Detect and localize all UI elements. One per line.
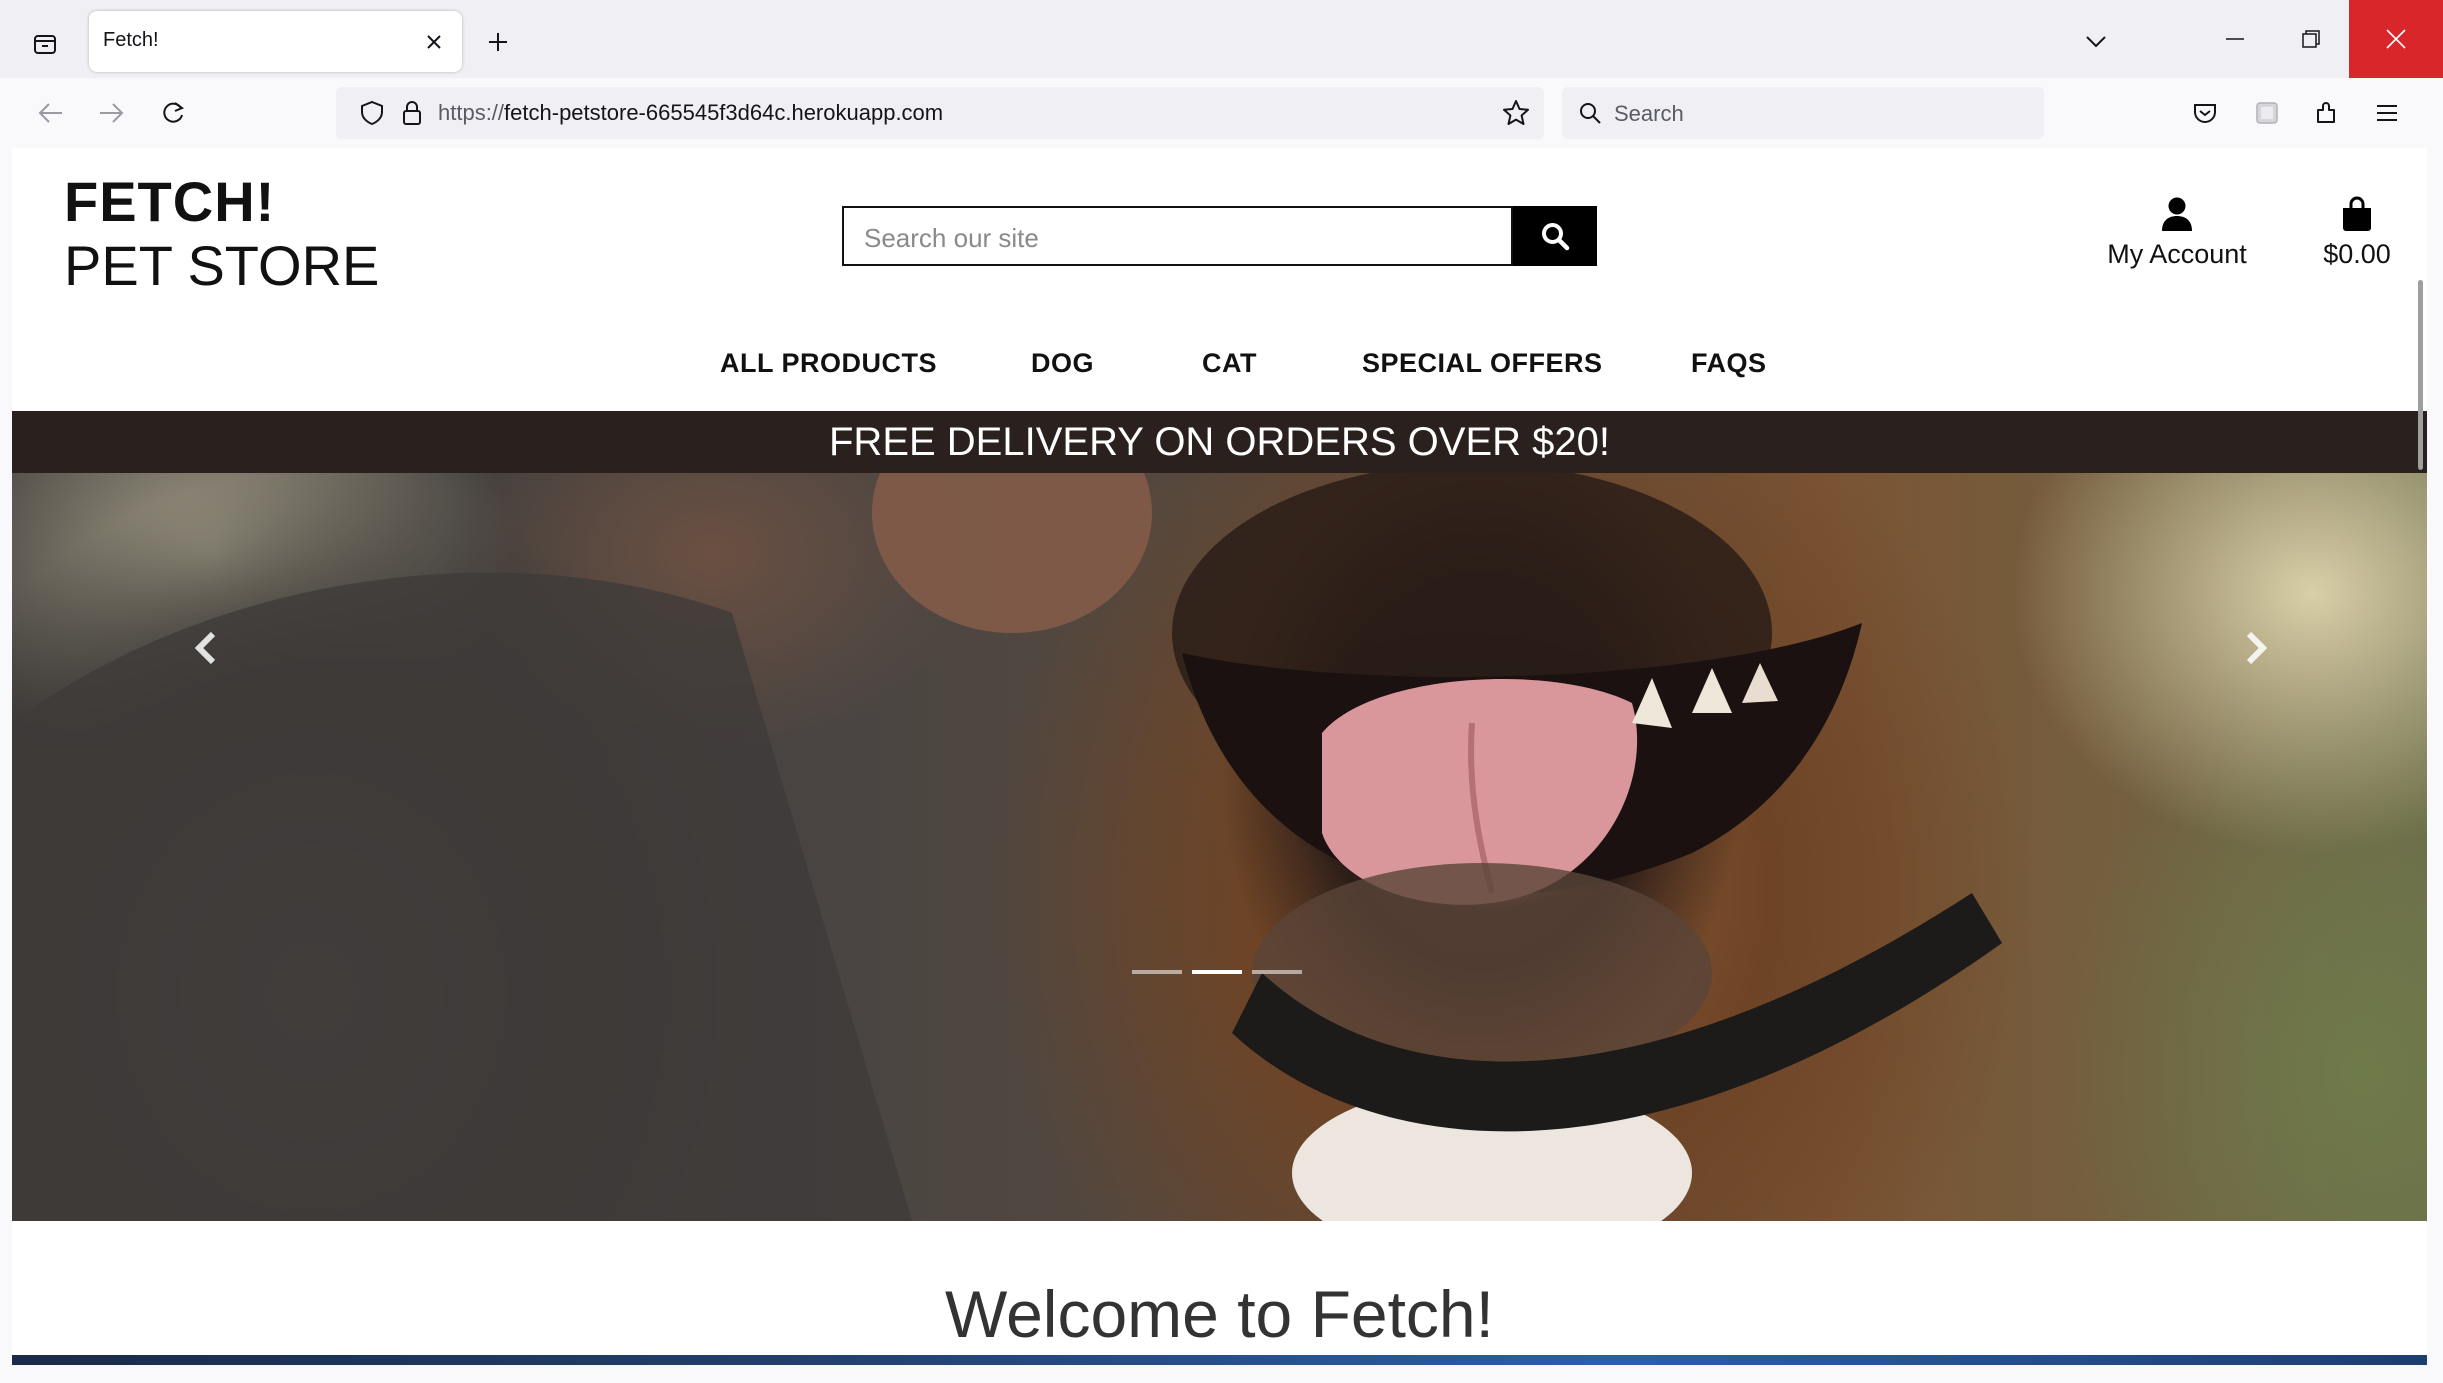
new-tab-icon[interactable] — [478, 22, 518, 62]
chevron-down-icon[interactable] — [2076, 22, 2116, 62]
site-search-button[interactable] — [1513, 206, 1597, 266]
menu-hamburger-icon[interactable] — [2364, 90, 2410, 136]
search-icon — [1574, 97, 1606, 129]
search-icon — [1542, 223, 1570, 251]
carousel-prev-icon[interactable] — [160, 613, 250, 683]
browser-tab-bar: Fetch! — [0, 0, 2443, 78]
carousel-indicators — [1132, 970, 1302, 974]
minimize-window-icon[interactable] — [2196, 0, 2274, 78]
bag-total: $0.00 — [2323, 239, 2391, 269]
delivery-banner: FREE DELIVERY ON ORDERS OVER $20! — [12, 411, 2427, 473]
hero-carousel[interactable] — [12, 473, 2427, 1221]
my-account-link[interactable]: My Account — [2092, 196, 2262, 270]
bookmark-star-icon[interactable] — [1500, 97, 1532, 129]
logo-line-1: FETCH! — [64, 170, 276, 233]
site-logo[interactable]: FETCH! PET STORE — [64, 174, 379, 294]
shield-icon[interactable] — [356, 97, 388, 129]
carousel-indicator-2[interactable] — [1192, 970, 1242, 974]
welcome-heading: Welcome to Fetch! — [945, 1277, 1494, 1351]
carousel-next-icon[interactable] — [2212, 613, 2302, 683]
close-window-icon[interactable] — [2349, 0, 2443, 78]
url-host: fetch-petstore-665545f3d64c.herokuapp.co… — [504, 100, 944, 125]
tab-title: Fetch! — [103, 29, 159, 51]
shopping-bag-link[interactable]: $0.00 — [2302, 196, 2412, 270]
address-bar[interactable]: https://fetch-petstore-665545f3d64c.hero… — [336, 87, 1544, 139]
nav-item-special-offers[interactable]: SPECIAL OFFERS — [1362, 348, 1603, 379]
desktop-taskbar-strip — [12, 1355, 2427, 1365]
tab-close-icon[interactable] — [416, 24, 452, 60]
forward-arrow-icon[interactable] — [88, 90, 134, 136]
pocket-icon[interactable] — [2182, 90, 2228, 136]
browser-search-placeholder: Search — [1614, 101, 1684, 126]
restore-window-icon[interactable] — [2272, 0, 2350, 78]
user-icon — [2162, 197, 2192, 231]
page-scrollbar[interactable] — [2418, 280, 2423, 470]
shopping-bag-icon — [2343, 196, 2371, 231]
extensions-icon[interactable] — [2304, 90, 2350, 136]
carousel-indicator-3[interactable] — [1252, 970, 1302, 974]
nav-item-cat[interactable]: CAT — [1202, 348, 1257, 379]
page-viewport: FETCH! PET STORE Search our site My Acco… — [12, 148, 2427, 1355]
site-search-input[interactable]: Search our site — [842, 206, 1513, 266]
nav-item-faqs[interactable]: FAQS — [1691, 348, 1767, 379]
nav-item-all-products[interactable]: ALL PRODUCTS — [720, 348, 937, 379]
carousel-indicator-1[interactable] — [1132, 970, 1182, 974]
lock-icon[interactable] — [396, 97, 428, 129]
hero-image-detail — [12, 473, 2002, 1221]
reload-icon[interactable] — [150, 90, 196, 136]
extension-puzzle-grey-icon[interactable] — [2244, 90, 2290, 136]
tab-list-icon[interactable] — [22, 22, 68, 66]
url-protocol: https:// — [438, 100, 505, 125]
site-search-placeholder: Search our site — [864, 223, 1039, 253]
browser-search-bar[interactable]: Search — [1562, 87, 2044, 139]
logo-line-2: PET STORE — [64, 234, 380, 297]
main-navigation: ALL PRODUCTS DOG CAT SPECIAL OFFERS FAQS — [12, 348, 2427, 398]
back-arrow-icon[interactable] — [28, 90, 74, 136]
browser-tab[interactable]: Fetch! — [89, 11, 462, 72]
my-account-label: My Account — [2107, 239, 2247, 269]
url-text: https://fetch-petstore-665545f3d64c.hero… — [438, 100, 943, 126]
nav-item-dog[interactable]: DOG — [1031, 348, 1094, 379]
